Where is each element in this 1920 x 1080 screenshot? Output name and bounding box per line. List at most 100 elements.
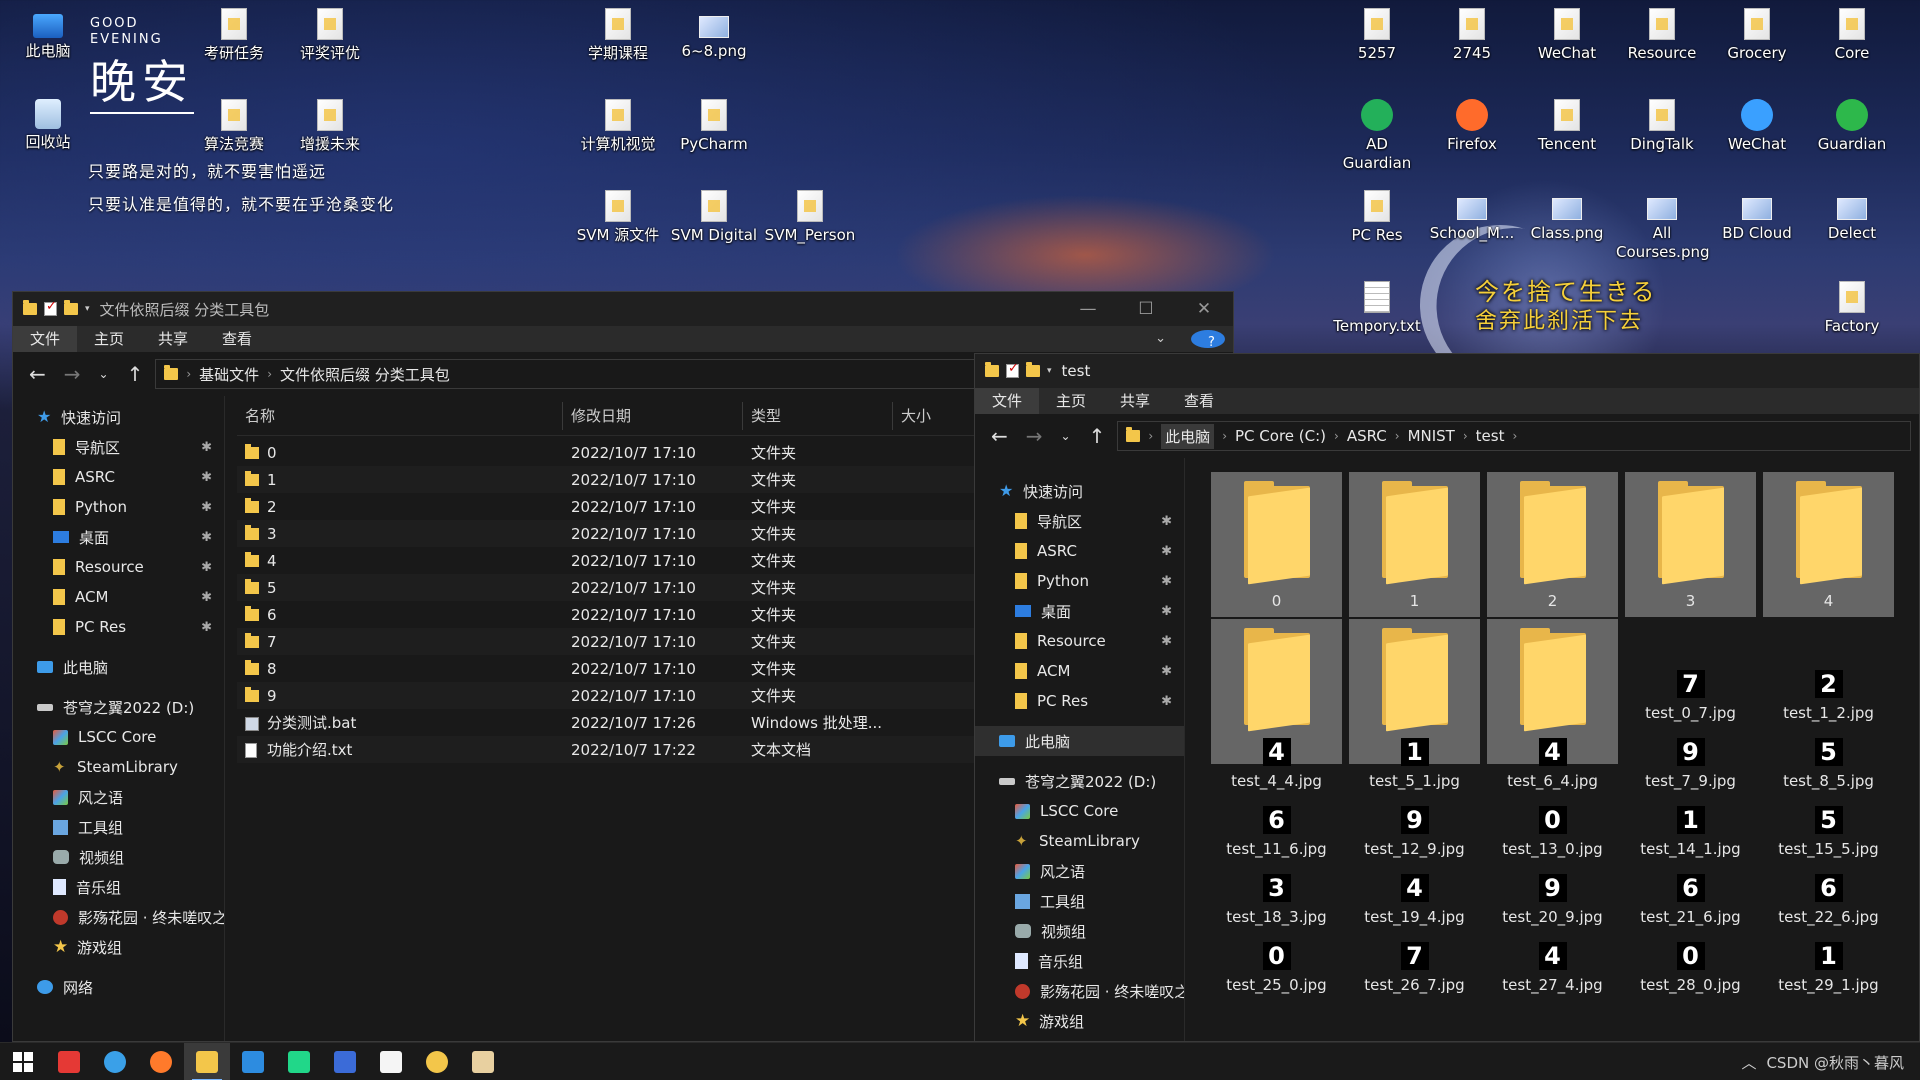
pin-icon[interactable]: ✱ [201, 560, 212, 575]
tab-share[interactable]: 共享 [141, 326, 205, 352]
nav-item[interactable]: Python ✱ [13, 492, 224, 522]
pin-icon[interactable]: ✱ [201, 500, 212, 515]
image-file[interactable]: 9 test_20_9.jpg [1487, 874, 1618, 926]
desktop-icon[interactable]: Tencent [1521, 99, 1613, 154]
desktop-icon[interactable]: Class.png [1521, 190, 1613, 243]
close-button[interactable]: ✕ [1175, 292, 1233, 326]
nav-item[interactable]: 工具组 [13, 812, 224, 842]
nav-item[interactable]: PC Res ✱ [13, 612, 224, 642]
explorer-window-right[interactable]: ▾ test 文件 主页 共享 查看 ← → ⌄ ↑ › 此电脑 › PC Co… [974, 353, 1920, 1042]
properties-icon[interactable] [1006, 361, 1019, 378]
chevron-right-icon[interactable]: › [1395, 429, 1400, 443]
tab-view[interactable]: 查看 [1167, 388, 1231, 414]
image-file[interactable]: 1 test_5_1.jpg [1349, 738, 1480, 790]
back-arrow-icon[interactable]: ← [991, 424, 1008, 448]
minimize-button[interactable]: — [1059, 292, 1117, 326]
image-file[interactable]: 6 test_11_6.jpg [1211, 806, 1342, 858]
tab-file[interactable]: 文件 [13, 326, 78, 352]
breadcrumb-item[interactable]: 文件依照后缀 分类工具包 [280, 364, 450, 385]
pin-icon[interactable]: ✱ [201, 440, 212, 455]
firefox-icon[interactable] [138, 1043, 184, 1080]
desktop-icon[interactable]: Resource [1616, 8, 1708, 63]
desktop-icon[interactable]: 学期课程 [572, 8, 664, 63]
image-file[interactable]: 6 test_22_6.jpg [1763, 874, 1894, 926]
tab-view[interactable]: 查看 [205, 326, 269, 352]
image-file[interactable]: 5 test_15_5.jpg [1763, 806, 1894, 858]
nav-item[interactable]: ★ 快速访问 [13, 402, 224, 432]
image-file[interactable]: 0 test_25_0.jpg [1211, 942, 1342, 994]
edge-icon[interactable] [92, 1043, 138, 1080]
xmind-icon[interactable] [46, 1043, 92, 1080]
folder-tile[interactable]: 1 [1349, 472, 1480, 617]
pin-icon[interactable]: ✱ [201, 590, 212, 605]
desktop-icon[interactable]: Firefox [1426, 99, 1518, 154]
properties-icon[interactable] [44, 299, 57, 316]
desktop-icon[interactable]: Factory [1806, 281, 1898, 336]
image-file[interactable]: 5 test_8_5.jpg [1763, 738, 1894, 790]
desktop-icon[interactable]: DingTalk [1616, 99, 1708, 154]
nav-item[interactable]: ★ 游戏组 [975, 1006, 1184, 1036]
new-folder-icon[interactable] [1026, 362, 1040, 377]
image-file[interactable]: 1 test_29_1.jpg [1763, 942, 1894, 994]
image-file[interactable]: 7 test_0_7.jpg [1625, 670, 1756, 722]
desktop-icon[interactable]: Guardian [1806, 99, 1898, 154]
nav-item[interactable]: 影殇花园 · 终未嗟叹之 [975, 976, 1184, 1006]
pin-icon[interactable]: ✱ [201, 530, 212, 545]
file-explorer-icon[interactable] [184, 1043, 230, 1080]
nav-item[interactable]: ★ 快速访问 [975, 476, 1184, 506]
nav-item[interactable]: LSCC Core [975, 796, 1184, 826]
customize-caret-icon[interactable]: ▾ [1047, 366, 1052, 376]
desktop-icon[interactable]: AD Guardian [1331, 99, 1423, 173]
desktop-icon[interactable]: 此电脑 [2, 8, 94, 61]
nav-item[interactable]: 导航区 ✱ [975, 506, 1184, 536]
pin-icon[interactable]: ✱ [1161, 514, 1172, 529]
address-bar[interactable]: › 此电脑 › PC Core (C:) › ASRC › MNIST › te… [1117, 421, 1911, 451]
nav-item[interactable]: LSCC Core [13, 722, 224, 752]
image-file[interactable]: 9 test_12_9.jpg [1349, 806, 1480, 858]
image-file[interactable]: 0 test_28_0.jpg [1625, 942, 1756, 994]
pin-icon[interactable]: ✱ [1161, 694, 1172, 709]
nav-item[interactable]: 此电脑 [975, 726, 1184, 756]
desktop-icon[interactable]: SVM 源文件 [572, 190, 664, 245]
pin-icon[interactable]: ✱ [1161, 544, 1172, 559]
desktop-icon[interactable]: 6~8.png [668, 8, 760, 61]
desktop-icon[interactable]: PyCharm [668, 99, 760, 154]
breadcrumb-item[interactable]: PC Core (C:) [1235, 427, 1326, 445]
nav-item[interactable]: 音乐组 [975, 946, 1184, 976]
desktop-icon[interactable]: SVM Digital [668, 190, 760, 245]
up-arrow-icon[interactable]: ↑ [1089, 424, 1106, 448]
desktop-icon[interactable]: Core [1806, 8, 1898, 63]
image-file[interactable]: 3 test_18_3.jpg [1211, 874, 1342, 926]
breadcrumb-item[interactable]: ASRC [1347, 427, 1387, 445]
folder-tile[interactable]: 2 [1487, 472, 1618, 617]
recent-dropdown-icon[interactable]: ⌄ [1061, 429, 1071, 443]
nav-item[interactable]: 视频组 [975, 916, 1184, 946]
column-name[interactable]: 名称 [237, 401, 563, 430]
ribbon-expand-icon[interactable]: ⌄ [1138, 326, 1183, 352]
maximize-button[interactable]: ☐ [1117, 292, 1175, 326]
pin-icon[interactable]: ✱ [1161, 604, 1172, 619]
forward-arrow-icon[interactable]: → [64, 362, 81, 386]
nav-item[interactable]: 风之语 [975, 856, 1184, 886]
desktop-icon[interactable]: WeChat [1521, 8, 1613, 63]
image-file[interactable]: 4 test_4_4.jpg [1211, 738, 1342, 790]
column-date[interactable]: 修改日期 [563, 401, 743, 430]
nav-item[interactable]: Resource ✱ [975, 626, 1184, 656]
pin-icon[interactable]: ✱ [1161, 574, 1172, 589]
pin-icon[interactable]: ✱ [201, 620, 212, 635]
breadcrumb-item[interactable]: MNIST [1408, 427, 1455, 445]
chevron-right-icon[interactable]: › [1512, 429, 1517, 443]
desktop-icon[interactable]: 5257 [1331, 8, 1423, 63]
nav-item[interactable]: 视频组 [13, 842, 224, 872]
breadcrumb-item[interactable]: 此电脑 [1161, 423, 1215, 449]
pin-icon[interactable]: ✱ [1161, 664, 1172, 679]
nav-item[interactable]: ASRC ✱ [975, 536, 1184, 566]
desktop-icon[interactable]: 增援未来 [284, 99, 376, 154]
desktop-icon[interactable]: Delect [1806, 190, 1898, 243]
nav-item[interactable]: ACM ✱ [13, 582, 224, 612]
pin-icon[interactable]: ✱ [201, 470, 212, 485]
tab-home[interactable]: 主页 [1039, 388, 1103, 414]
desktop-icon[interactable]: WeChat [1711, 99, 1803, 154]
chevron-right-icon[interactable]: › [186, 367, 191, 381]
image-file[interactable]: 1 test_14_1.jpg [1625, 806, 1756, 858]
